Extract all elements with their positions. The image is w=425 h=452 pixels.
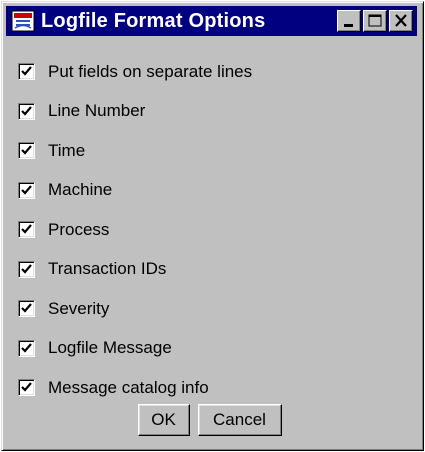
minimize-button[interactable] [337,10,361,32]
option-severity[interactable]: Severity [18,289,252,329]
options-list: Put fields on separate lines Line Number… [18,52,252,408]
app-icon[interactable] [11,9,35,33]
checkmark-icon [21,382,32,392]
option-put-fields-on-separate-lines[interactable]: Put fields on separate lines [18,52,252,92]
option-process[interactable]: Process [18,210,252,250]
option-time[interactable]: Time [18,131,252,171]
dialog-buttons: OK Cancel [2,404,423,436]
option-transaction-ids[interactable]: Transaction IDs [18,250,252,290]
checkbox[interactable] [18,142,35,160]
checkbox-label: Process [48,219,110,239]
option-machine[interactable]: Machine [18,171,252,211]
checkbox[interactable] [18,260,35,278]
close-icon [395,14,407,27]
window-title: Logfile Format Options [41,9,266,32]
window-controls [335,10,413,32]
close-button[interactable] [389,10,413,32]
checkmark-icon [21,145,32,155]
checkbox-label: Machine [48,180,113,200]
checkbox[interactable] [18,339,35,357]
checkbox[interactable] [18,102,35,120]
checkbox-label: Time [48,140,86,160]
checkbox-label: Line Number [48,101,146,121]
checkmark-icon [21,66,32,76]
checkmark-icon [21,264,32,274]
checkbox-label: Logfile Message [48,338,172,358]
checkbox[interactable] [18,300,35,318]
checkbox-label: Severity [48,298,110,318]
checkmark-icon [21,185,32,195]
checkmark-icon [21,343,32,353]
checkmark-icon [21,224,32,234]
logfile-format-options-dialog: Logfile Format Options Put fields on sep… [1,1,424,451]
maximize-icon [368,14,382,27]
minimize-icon [344,24,353,27]
checkbox[interactable] [18,379,35,397]
maximize-button[interactable] [363,10,387,32]
checkbox-label: Message catalog info [48,377,209,397]
checkmark-icon [21,303,32,313]
checkbox[interactable] [18,181,35,199]
checkbox[interactable] [18,221,35,239]
checkbox-label: Put fields on separate lines [48,61,253,81]
option-logfile-message[interactable]: Logfile Message [18,329,252,369]
ok-button[interactable]: OK [137,404,190,436]
checkbox-label: Transaction IDs [48,259,167,279]
option-line-number[interactable]: Line Number [18,92,252,132]
option-message-catalog-info[interactable]: Message catalog info [18,368,252,408]
checkbox[interactable] [18,63,35,81]
cancel-button[interactable]: Cancel [197,404,282,436]
title-bar[interactable]: Logfile Format Options [6,6,417,36]
checkmark-icon [21,106,32,116]
